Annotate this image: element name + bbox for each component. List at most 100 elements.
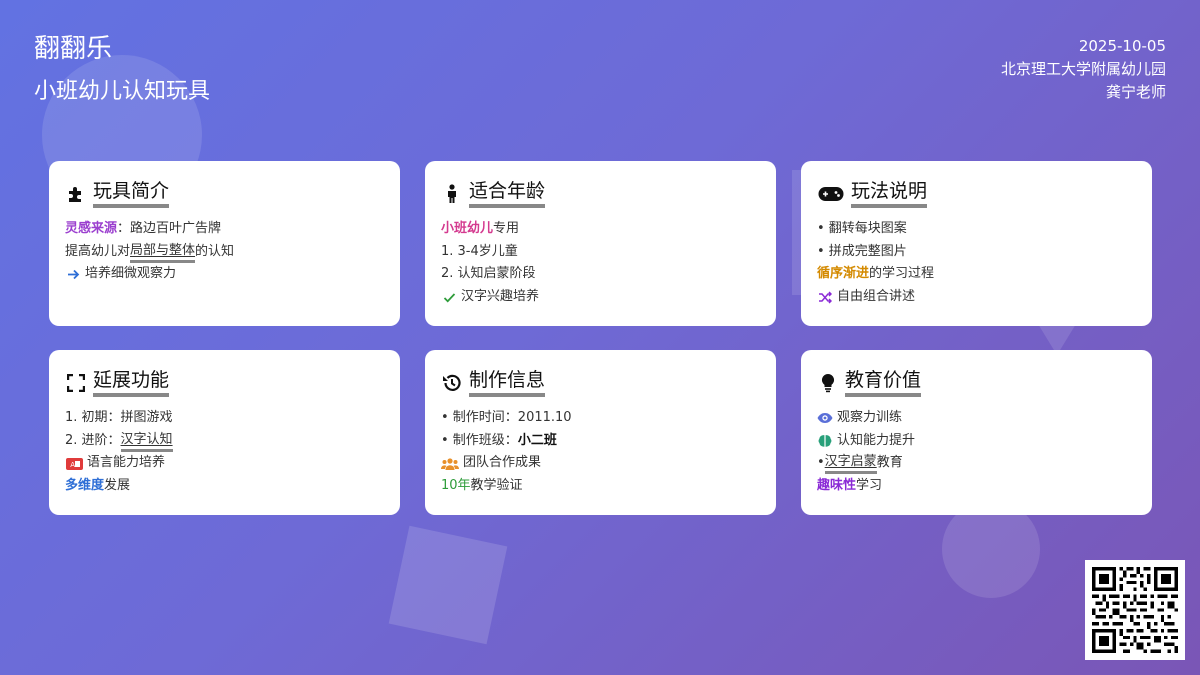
shuffle-icon <box>817 289 833 305</box>
list-item: • 翻转每块图案 <box>817 218 1136 241</box>
qr-code-icon <box>1092 567 1178 653</box>
list-item: A 语言能力培养 <box>65 452 384 475</box>
line-text: 1. 初期：拼图游戏 <box>65 410 173 425</box>
list-item: 多维度 发展 <box>65 475 384 498</box>
highlight-text: 多维度 <box>65 478 105 494</box>
line-text: 2. 进阶： <box>65 432 121 448</box>
card-header: 玩法说明 <box>817 179 1136 208</box>
line-text: 团队合作成果 <box>463 455 542 471</box>
school-name: 北京理工大学附属幼儿园 <box>1000 60 1166 78</box>
list-item: • 制作时间：2011.10 <box>441 407 760 430</box>
list-item: • 拼成完整图片 <box>817 241 1136 264</box>
teacher-name: 龚宁老师 <box>1105 83 1166 101</box>
list-item: 汉字兴趣培养 <box>441 286 760 309</box>
list-item: 提高幼儿对 局部与整体 的认知 <box>65 241 384 264</box>
line-text: 认知能力提升 <box>837 432 916 448</box>
line-text: • 制作时间：2011.10 <box>441 410 572 425</box>
line-text: 观察力训练 <box>837 410 903 425</box>
puzzle-icon <box>65 183 87 205</box>
list-item: 趣味性 学习 <box>817 475 1136 498</box>
line-text: 语言能力培养 <box>87 455 166 471</box>
card-header: 教育价值 <box>817 368 1136 397</box>
card-how-to-play: 玩法说明 • 翻转每块图案 • 拼成完整图片 循序渐进 的学习过程 自由组合讲述 <box>801 161 1152 326</box>
list-item: 10年 教学验证 <box>441 475 760 498</box>
highlight-text: 小二班 <box>517 432 557 448</box>
line-text: 学习 <box>856 478 883 494</box>
qr-code[interactable] <box>1085 560 1185 660</box>
line-text: 培养细微观察力 <box>85 266 177 282</box>
highlight-text: 灵感来源 <box>65 221 118 236</box>
line-text: • 拼成完整图片 <box>817 243 907 259</box>
highlight-text: 趣味性 <box>817 478 857 494</box>
line-text: 专用 <box>493 221 520 236</box>
line-text: 提高幼儿对 <box>65 243 131 259</box>
line-text: 教学验证 <box>470 478 523 494</box>
line-text: 的认知 <box>195 243 235 259</box>
decorative-square <box>388 525 508 645</box>
line-text: • <box>817 455 825 471</box>
list-item: • 制作班级： 小二班 <box>441 430 760 453</box>
brain-icon <box>817 433 833 449</box>
list-item: 自由组合讲述 <box>817 286 1136 309</box>
list-item: 团队合作成果 <box>441 452 760 475</box>
line-text: 汉字兴趣培养 <box>461 289 540 305</box>
page-subtitle: 小班幼儿认知玩具 <box>34 79 211 104</box>
list-item: 2. 认知启蒙阶段 <box>441 263 760 286</box>
child-icon <box>441 183 463 205</box>
list-item: 认知能力提升 <box>817 430 1136 453</box>
check-icon <box>441 289 457 305</box>
list-item: 培养细微观察力 <box>65 263 384 286</box>
header-left: 翻翻乐 小班幼儿认知玩具 <box>34 34 210 106</box>
header-right: 2025-10-05 北京理工大学附属幼儿园 龚宁老师 <box>1001 35 1166 104</box>
svg-text:A: A <box>70 461 75 469</box>
eye-icon <box>817 410 833 426</box>
list-item: 2. 进阶： 汉字认知 <box>65 430 384 453</box>
line-text: 的学习过程 <box>869 266 935 282</box>
line-text: 2. 认知启蒙阶段 <box>441 266 536 282</box>
expand-icon <box>65 372 87 394</box>
card-suitable-age: 适合年龄 小班幼儿 专用 1. 3-4岁儿童 2. 认知启蒙阶段 汉字兴趣培养 <box>425 161 776 326</box>
date-text: 2025-10-05 <box>1078 37 1166 55</box>
line-text: • 翻转每块图案 <box>817 221 907 236</box>
arrow-right-icon <box>65 267 81 283</box>
line-text: 1. 3-4岁儿童 <box>441 243 518 259</box>
list-item: 循序渐进 的学习过程 <box>817 263 1136 286</box>
card-educational-value: 教育价值 观察力训练 认知能力提升 • 汉字启蒙 教育 趣味性 学习 <box>801 350 1152 515</box>
card-grid: 玩具简介 灵感来源 ：路边百叶广告牌 提高幼儿对 局部与整体 的认知 培养细微观察力 … <box>49 161 1152 515</box>
card-header: 适合年龄 <box>441 179 760 208</box>
underlined-text: 汉字启蒙 <box>824 453 877 475</box>
history-icon <box>441 372 463 394</box>
users-icon <box>441 456 459 472</box>
highlight-text: 循序渐进 <box>817 266 870 282</box>
lightbulb-icon <box>817 372 839 394</box>
card-header: 制作信息 <box>441 368 760 397</box>
card-toy-intro: 玩具简介 灵感来源 ：路边百叶广告牌 提高幼儿对 局部与整体 的认知 培养细微观察力 <box>49 161 400 326</box>
card-header: 玩具简介 <box>65 179 384 208</box>
line-text: 自由组合讲述 <box>837 289 916 305</box>
card-title: 玩法说明 <box>851 179 928 208</box>
card-title: 制作信息 <box>469 368 546 397</box>
card-extended-features: 延展功能 1. 初期：拼图游戏 2. 进阶： 汉字认知 A 语言能力培养 多维度发… <box>49 350 400 515</box>
underlined-text: 局部与整体 <box>130 242 196 263</box>
list-item: • 汉字启蒙 教育 <box>817 452 1136 475</box>
gamepad-icon <box>817 183 845 205</box>
card-production-info: 制作信息 • 制作时间：2011.10 • 制作班级： 小二班 团队合作成果 10… <box>425 350 776 515</box>
list-item: 灵感来源 ：路边百叶广告牌 <box>65 218 384 241</box>
line-text: 教育 <box>876 455 903 471</box>
card-title: 玩具简介 <box>93 179 170 208</box>
card-title: 教育价值 <box>845 368 922 397</box>
card-title: 延展功能 <box>93 368 170 397</box>
highlight-text: 10年 <box>441 478 471 494</box>
list-item: 1. 3-4岁儿童 <box>441 241 760 264</box>
highlight-text: 小班幼儿 <box>441 221 494 236</box>
card-title: 适合年龄 <box>469 179 546 208</box>
list-item: 1. 初期：拼图游戏 <box>65 407 384 430</box>
language-icon: A <box>65 456 83 472</box>
list-item: 观察力训练 <box>817 407 1136 430</box>
underlined-text: 汉字认知 <box>120 431 173 452</box>
line-text: ：路边百叶广告牌 <box>117 221 222 236</box>
list-item: 小班幼儿 专用 <box>441 218 760 241</box>
line-text: 发展 <box>104 478 131 494</box>
page-title: 翻翻乐 <box>34 34 113 64</box>
line-text: • 制作班级： <box>441 432 518 448</box>
